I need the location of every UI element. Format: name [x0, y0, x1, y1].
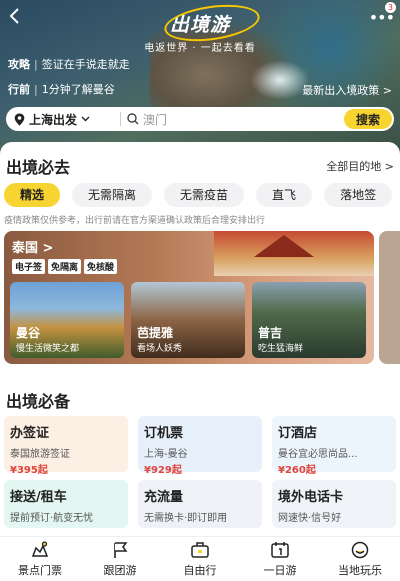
badge-e-visa: 电子签: [12, 259, 46, 274]
tab-label: 自由行: [183, 564, 217, 577]
temple-image: [214, 231, 374, 276]
service-visa[interactable]: 办签证 泰国旅游签证 ¥395起: [4, 416, 128, 476]
tab-day-trip[interactable]: 一日游: [240, 537, 320, 581]
service-subtitle: 曼谷宜必思尚品...: [278, 449, 358, 460]
city-desc: 看场人妖秀: [137, 344, 183, 354]
service-data[interactable]: 充流量 无需换卡·即订即用: [138, 480, 262, 528]
search-placeholder: 澳门: [143, 112, 168, 127]
tab-label: 跟团游: [103, 564, 137, 577]
service-subtitle: 泰国旅游签证: [10, 449, 70, 460]
tip-pretrip[interactable]: 行前 | 1分钟了解曼谷: [8, 80, 115, 98]
city-card-pattaya[interactable]: 芭提雅 看场人妖秀: [131, 282, 245, 358]
chevron-down-icon: [81, 116, 90, 122]
service-subtitle: 上海-曼谷: [144, 449, 188, 460]
service-title: 充流量: [144, 490, 184, 505]
country-name[interactable]: 泰国 >: [12, 237, 53, 256]
city-name: 曼谷: [16, 326, 41, 340]
departure-city: 上海出发: [29, 112, 78, 127]
city-desc: 慢生活微笑之都: [16, 344, 80, 354]
tab-label: 当地玩乐: [338, 564, 382, 577]
departure-selector[interactable]: 上海出发: [6, 111, 120, 128]
service-title: 办签证: [10, 426, 50, 441]
policy-badges: 电子签 免隔离 免核酸: [12, 259, 118, 274]
destination-card-thailand[interactable]: 泰国 > 电子签 免隔离 免核酸 曼谷 慢生活微笑之都 芭提雅 看场人妖秀 普吉…: [4, 231, 374, 364]
back-icon[interactable]: [6, 6, 26, 26]
badge-no-quarantine: 免隔离: [48, 259, 82, 274]
next-destination-card[interactable]: [379, 231, 400, 364]
chip-featured[interactable]: 精选: [4, 183, 61, 207]
chip-visa-on-arrival[interactable]: 落地签: [324, 183, 393, 207]
entry-policy-link[interactable]: 最新出入境政策 >: [302, 82, 392, 98]
service-transfer[interactable]: 接送/租车 提前预订·航变无忧: [4, 480, 128, 528]
service-title: 接送/租车: [10, 490, 67, 505]
page-slogan: 电返世界 · 一起去看看: [144, 43, 256, 54]
page-title: 出境游: [170, 10, 230, 37]
main-panel: 出境必去 全部目的地 > 精选 无需隔离 无需疫苗 直飞 落地签 疫情政策仅供参…: [0, 142, 400, 581]
tab-local-fun[interactable]: 当地玩乐: [320, 537, 400, 581]
search-icon: [127, 113, 139, 125]
service-flight[interactable]: 订机票 上海-曼谷 ¥929起: [138, 416, 262, 476]
city-card-phuket[interactable]: 普吉 吃生猛海鲜: [252, 282, 366, 358]
city-desc: 吃生猛海鲜: [258, 344, 304, 354]
city-card-bangkok[interactable]: 曼谷 慢生活微笑之都: [10, 282, 124, 358]
ticket-icon: [29, 540, 51, 560]
tab-group-tour[interactable]: 跟团游: [80, 537, 160, 581]
search-divider: [120, 112, 121, 126]
calendar-icon: [269, 540, 291, 560]
search-input[interactable]: 澳门: [127, 111, 344, 128]
city-name: 芭提雅: [137, 326, 174, 340]
must-go-title: 出境必去: [6, 158, 71, 177]
tab-label: 景点门票: [18, 564, 62, 577]
service-sim-card[interactable]: 境外电话卡 网速快·信号好: [272, 480, 396, 528]
search-button[interactable]: 搜索: [343, 109, 392, 129]
tip-divider: |: [34, 82, 38, 96]
chip-no-vaccine[interactable]: 无需疫苗: [164, 183, 245, 207]
policy-notice: 疫情政策仅供参考，出行前请在官方渠道确认政策后合理安排出行: [4, 216, 266, 226]
essentials-title: 出境必备: [6, 392, 71, 411]
chip-direct-flight[interactable]: 直飞: [256, 183, 313, 207]
page-header: 出境游 电返世界 · 一起去看看: [120, 10, 280, 54]
search-bar: 上海出发 澳门 搜索: [6, 107, 394, 131]
tip-text: 签证在手说走就走: [41, 58, 130, 71]
message-count-badge: 3: [384, 2, 396, 13]
tip-text: 1分钟了解曼谷: [41, 83, 115, 96]
service-title: 境外电话卡: [278, 490, 344, 505]
location-pin-icon: [14, 113, 25, 126]
tip-label: 攻略: [8, 58, 30, 71]
tip-divider: |: [34, 57, 38, 71]
city-name: 普吉: [258, 326, 283, 340]
smile-icon: [349, 540, 371, 560]
all-destinations-link[interactable]: 全部目的地 >: [326, 158, 394, 174]
tip-label: 行前: [8, 83, 30, 96]
banner-foam: [250, 60, 310, 100]
service-price: ¥929起: [144, 465, 182, 476]
chip-no-quarantine[interactable]: 无需隔离: [72, 183, 153, 207]
tab-attraction-tickets[interactable]: 景点门票: [0, 537, 80, 581]
bottom-tab-bar: 景点门票 跟团游 自由行 一日游 当地玩乐: [0, 536, 400, 581]
tab-independent-travel[interactable]: 自由行: [160, 537, 240, 581]
service-subtitle: 网速快·信号好: [278, 513, 342, 524]
tip-guide[interactable]: 攻略 | 签证在手说走就走: [8, 55, 130, 73]
tab-label: 一日游: [263, 564, 297, 577]
flag-icon: [109, 540, 131, 560]
service-subtitle: 无需换卡·即订即用: [144, 513, 228, 524]
service-title: 订机票: [144, 426, 184, 441]
badge-no-test: 免核酸: [84, 259, 118, 274]
suitcase-icon: [189, 540, 211, 560]
service-hotel[interactable]: 订酒店 曼谷宜必思尚品... ¥260起: [272, 416, 396, 476]
service-title: 订酒店: [278, 426, 318, 441]
service-subtitle: 提前预订·航变无忧: [10, 513, 94, 524]
service-price: ¥260起: [278, 465, 316, 476]
service-price: ¥395起: [10, 465, 48, 476]
filter-chips: 精选 无需隔离 无需疫苗 直飞 落地签: [4, 183, 400, 207]
